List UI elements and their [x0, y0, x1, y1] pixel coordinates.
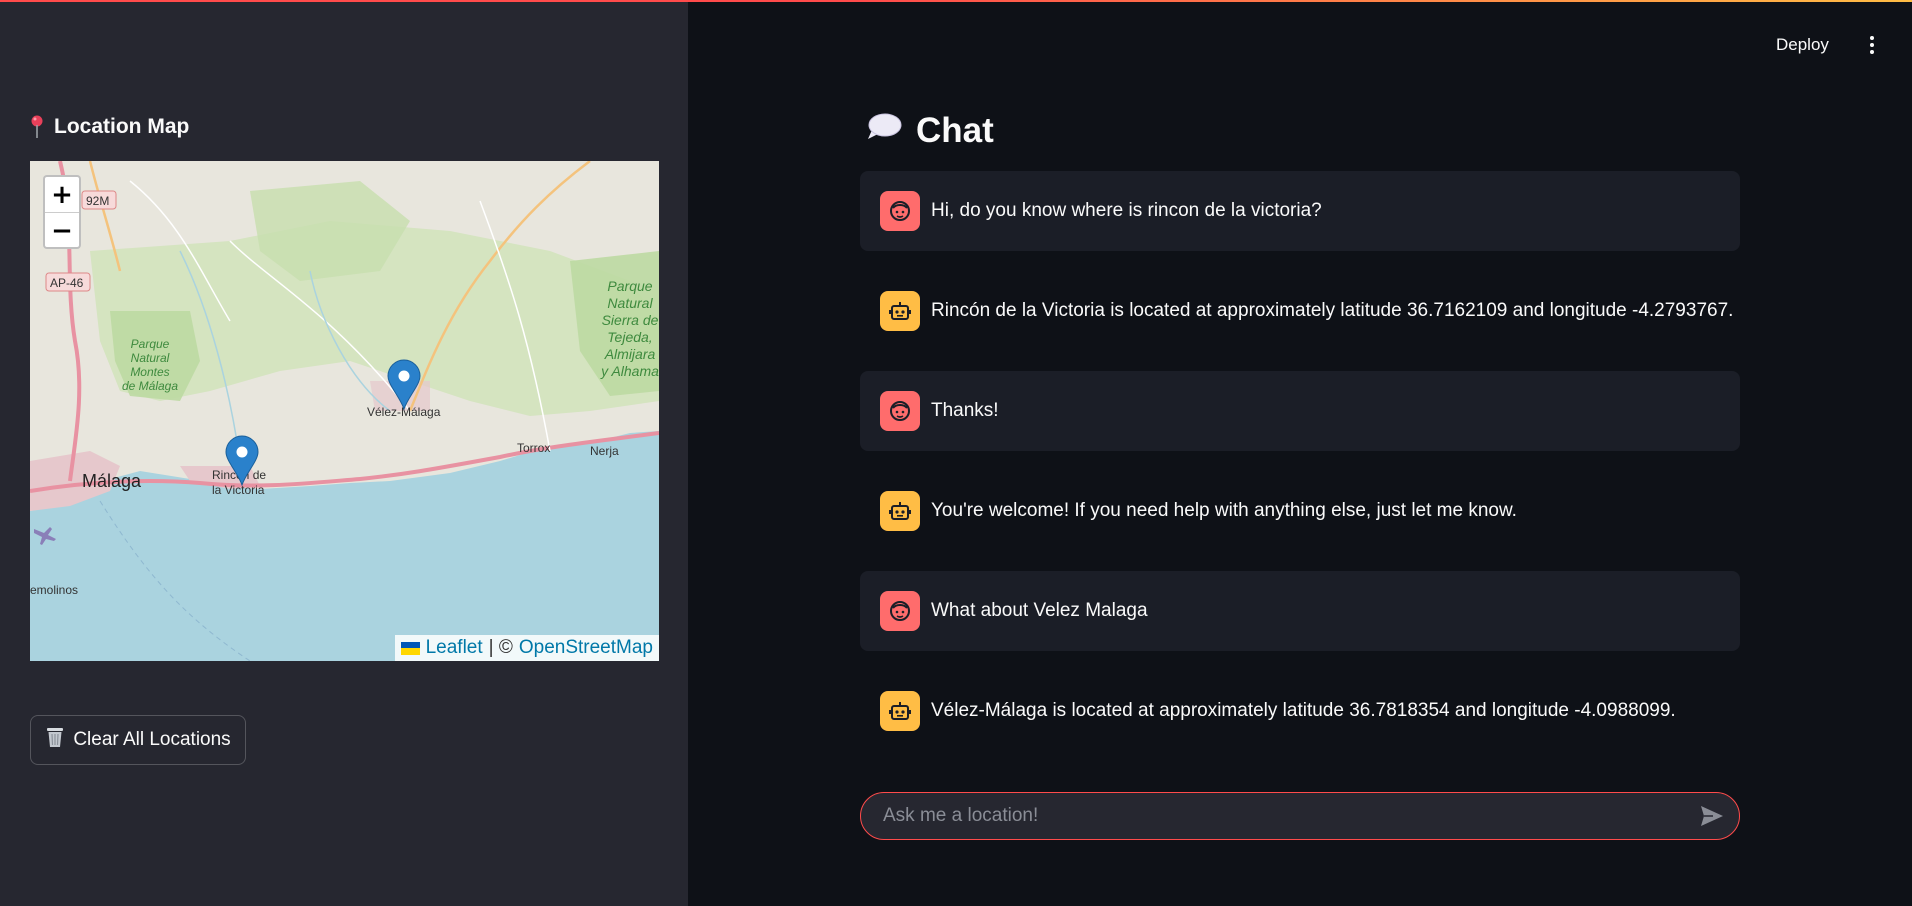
- chat-title: Chat: [866, 108, 994, 154]
- attribution-separator: | ©: [488, 637, 513, 658]
- user-avatar-icon: [880, 391, 920, 431]
- map-label-nerja: Nerja: [590, 444, 619, 458]
- map-label-park-w-4: de Málaga: [122, 379, 178, 393]
- map-label-malaga: Málaga: [82, 471, 142, 491]
- robot-avatar-icon: [880, 491, 920, 531]
- map-zoom-control: + −: [43, 175, 81, 249]
- ukraine-flag-icon: [400, 641, 420, 655]
- map-label-molinos: emolinos: [30, 583, 78, 597]
- openstreetmap-link[interactable]: OpenStreetMap: [519, 637, 653, 659]
- deploy-button[interactable]: Deploy: [1776, 30, 1829, 60]
- user-avatar-icon: [880, 191, 920, 231]
- chat-message-text: You're welcome! If you need help with an…: [931, 500, 1517, 521]
- clear-button-label: Clear All Locations: [73, 729, 231, 750]
- robot-avatar-icon: [880, 291, 920, 331]
- sidebar-title-text: Location Map: [54, 115, 190, 138]
- chat-message-text: Thanks!: [931, 400, 999, 421]
- map-label-rincon-2: la Victoria: [212, 483, 265, 497]
- chat-message-assistant: Rincón de la Victoria is located at appr…: [860, 271, 1740, 351]
- map-label-park-w-1: Parque: [131, 337, 170, 351]
- user-avatar-icon: [880, 591, 920, 631]
- chat-input-container: [860, 792, 1740, 840]
- wastebasket-icon: [45, 726, 65, 754]
- sidebar: Location Map AP-46 92M Málaga Rincón de …: [0, 0, 688, 906]
- top-decoration-bar: [0, 0, 1912, 2]
- map-label-park-w-3: Montes: [130, 365, 169, 379]
- robot-avatar-icon: [880, 691, 920, 731]
- map-label-road-1: AP-46: [50, 276, 84, 290]
- zoom-out-button[interactable]: −: [45, 213, 79, 248]
- map-label-park-e-1: Parque: [607, 278, 652, 294]
- chat-message-text: Rincón de la Victoria is located at appr…: [931, 300, 1734, 321]
- speech-balloon-icon: [866, 111, 902, 151]
- map-attribution: Leaflet | © OpenStreetMap: [394, 635, 659, 661]
- map-label-road-2: 92M: [86, 194, 109, 208]
- location-map[interactable]: AP-46 92M Málaga Rincón de la Victoria V…: [30, 161, 659, 661]
- chat-message-user: What about Velez Malaga: [860, 571, 1740, 651]
- chat-message-text: Hi, do you know where is rincon de la vi…: [931, 200, 1322, 221]
- chat-message-user: Thanks!: [860, 371, 1740, 451]
- map-label-park-e-3: Sierra de: [602, 312, 659, 328]
- chat-message-user: Hi, do you know where is rincon de la vi…: [860, 171, 1740, 251]
- map-label-park-e-5: Almijara: [604, 346, 656, 362]
- map-pin-icon: [30, 115, 44, 139]
- chat-message-text: Vélez-Málaga is located at approximately…: [931, 700, 1676, 721]
- map-label-park-e-2: Natural: [607, 295, 653, 311]
- map-label-park-e-4: Tejeda,: [607, 329, 652, 345]
- send-icon[interactable]: [1697, 801, 1727, 831]
- chat-message-assistant: You're welcome! If you need help with an…: [860, 471, 1740, 551]
- chat-message-assistant: Vélez-Málaga is located at approximately…: [860, 671, 1740, 751]
- zoom-in-button[interactable]: +: [45, 177, 79, 213]
- map-label-park-w-2: Natural: [131, 351, 170, 365]
- map-label-torrox: Torrox: [517, 441, 550, 455]
- sidebar-title: Location Map: [30, 112, 189, 142]
- clear-all-locations-button[interactable]: Clear All Locations: [30, 715, 246, 765]
- leaflet-link[interactable]: Leaflet: [426, 637, 483, 659]
- chat-title-text: Chat: [916, 111, 994, 150]
- chat-input[interactable]: [881, 804, 1697, 828]
- map-label-park-e-6: y Alhama: [600, 363, 659, 379]
- chat-message-text: What about Velez Malaga: [931, 600, 1148, 621]
- kebab-menu-icon[interactable]: [1862, 30, 1882, 60]
